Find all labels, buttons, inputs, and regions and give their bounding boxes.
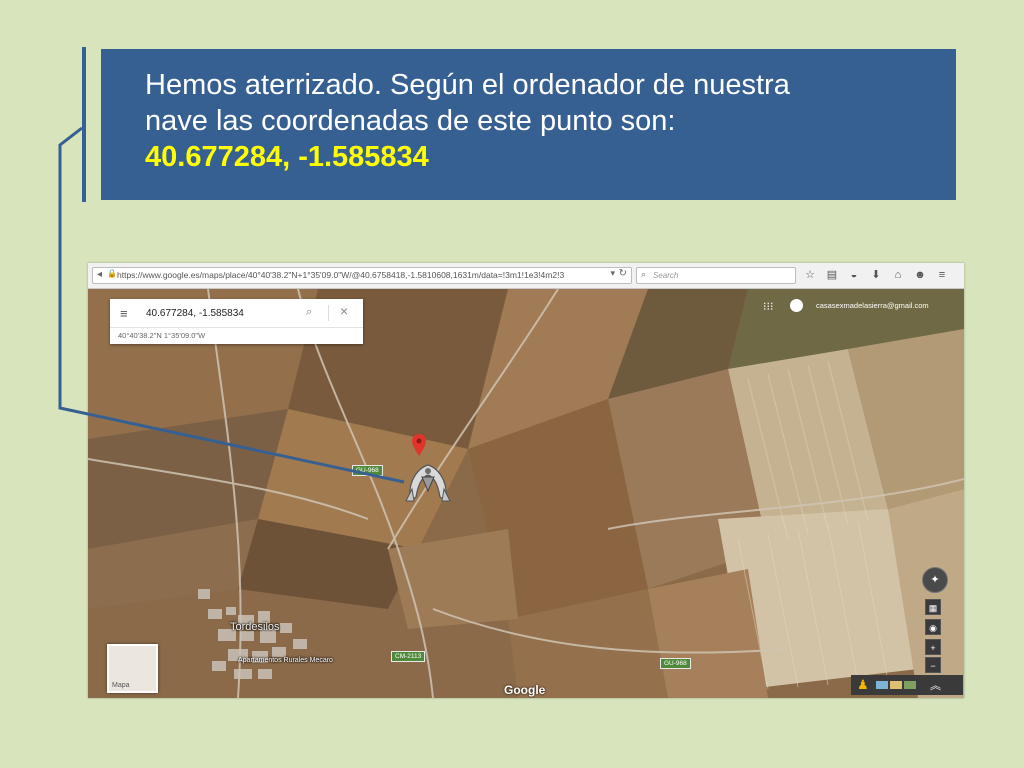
- home-icon[interactable]: ⌂: [888, 267, 908, 284]
- avatar[interactable]: [790, 299, 803, 312]
- google-logo: Google: [504, 683, 546, 697]
- browser-toolbar: ◂ 🔒 https://www.google.es/maps/place/40°…: [88, 263, 964, 289]
- menu-icon[interactable]: ≡: [932, 267, 952, 284]
- zoom-out-icon[interactable]: −: [925, 657, 941, 673]
- satellite-imagery: [88, 289, 964, 698]
- slide-title-line1: Hemos aterrizado. Según el ordenador de …: [145, 69, 790, 101]
- road-label: CM-2113: [391, 651, 426, 662]
- maps-search-query[interactable]: 40.677284, -1.585834: [146, 308, 244, 319]
- road-label: GU-968: [352, 465, 383, 476]
- browser-window: ◂ 🔒 https://www.google.es/maps/place/40°…: [88, 263, 964, 698]
- search-icon: ⌕: [641, 269, 647, 279]
- slide-title-box: Hemos aterrizado. Según el ordenador de …: [101, 49, 956, 200]
- chat-icon[interactable]: ☻: [910, 267, 930, 284]
- map-layer-toggle[interactable]: Mapa: [107, 644, 158, 693]
- hamburger-menu-icon[interactable]: ≡: [120, 306, 128, 321]
- toolbar-icons: ☆ ▤ ◒ ⬇ ⌂ ☻ ≡: [800, 267, 952, 284]
- slide-coordinates: 40.677284, -1.585834: [145, 141, 429, 173]
- imagery-thumbnails[interactable]: [876, 681, 916, 689]
- pocket-icon[interactable]: ◒: [844, 267, 864, 284]
- search-placeholder: Search: [653, 271, 679, 280]
- back-arrow-icon[interactable]: ◂: [97, 269, 102, 280]
- search-icon[interactable]: ⌕: [306, 306, 312, 319]
- url-text: https://www.google.es/maps/place/40°40'3…: [117, 270, 565, 280]
- town-label: Tordesilos: [230, 621, 280, 633]
- zoom-in-icon[interactable]: +: [925, 639, 941, 655]
- thumbnail[interactable]: [890, 681, 902, 689]
- reload-icon[interactable]: ↻: [619, 268, 627, 279]
- location-pin-icon[interactable]: [412, 434, 426, 456]
- compass-icon[interactable]: ✦: [922, 567, 948, 593]
- map-layer-label: Mapa: [112, 682, 130, 689]
- download-icon[interactable]: ⬇: [866, 267, 886, 284]
- apps-grid-icon[interactable]: ⁝⁝⁝: [763, 300, 774, 313]
- clipboard-icon[interactable]: ▤: [822, 267, 842, 284]
- chevron-up-icon[interactable]: ︽: [930, 677, 941, 693]
- dropdown-icon[interactable]: ▾: [610, 268, 615, 279]
- thumbnail[interactable]: [876, 681, 888, 689]
- close-icon[interactable]: ×: [340, 303, 348, 319]
- slide-accent-bar: [82, 47, 86, 202]
- satellite-map[interactable]: ≡ 40.677284, -1.585834 ⌕ × 40°40'38.2"N …: [88, 289, 964, 698]
- slide-title-line2: nave las coordenadas de este punto son:: [145, 105, 676, 137]
- thumbnail[interactable]: [904, 681, 916, 689]
- maps-sub-coordinates: 40°40'38.2"N 1°35'09.0"W: [110, 327, 363, 344]
- star-icon[interactable]: ☆: [800, 267, 820, 284]
- poi-label: Apartamentos Rurales Mecaro: [238, 657, 333, 664]
- url-bar[interactable]: ◂ 🔒 https://www.google.es/maps/place/40°…: [92, 267, 632, 284]
- tilt-icon[interactable]: ▦: [925, 599, 941, 615]
- account-email[interactable]: casasexmadelasierra@gmail.com: [816, 301, 929, 310]
- my-location-icon[interactable]: ◉: [925, 619, 941, 635]
- spaceship-icon: [405, 464, 451, 503]
- browser-search-input[interactable]: ⌕ Search: [636, 267, 796, 284]
- search-divider: [328, 305, 329, 321]
- lock-icon: 🔒: [107, 269, 117, 278]
- maps-search-box[interactable]: ≡ 40.677284, -1.585834 ⌕ × 40°40'38.2"N …: [110, 299, 363, 344]
- road-label: GU-968: [660, 658, 691, 669]
- pegman-icon[interactable]: ♟: [857, 677, 869, 693]
